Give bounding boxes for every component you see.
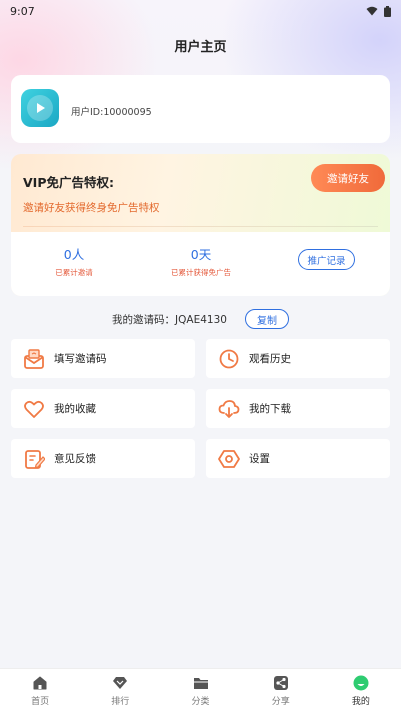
nav-ranking-label: 排行 <box>111 697 130 707</box>
menu-item-label: 填写邀请码 <box>54 353 107 365</box>
menu-item-downloads[interactable]: 我的下载 <box>206 389 390 428</box>
menu-item-favorites[interactable]: 我的收藏 <box>11 389 195 428</box>
vip-card: VIP免广告特权: 邀请好友获得终身免广告特权 邀请好友 0人 已累计邀请 0天… <box>11 154 390 296</box>
user-id: 用户ID:10000095 <box>71 107 152 118</box>
nav-ranking[interactable]: 排行 <box>80 669 160 713</box>
avatar[interactable] <box>21 89 59 127</box>
stat-invited-value: 0人 <box>63 247 85 262</box>
stat-adfree-days-label: 已累计获得免广告 <box>171 268 231 277</box>
stat-invited: 0人 已累计邀请 <box>14 244 134 278</box>
menu-item-watch-history[interactable]: 观看历史 <box>206 339 390 378</box>
menu-item-label: 我的收藏 <box>54 403 96 415</box>
menu-item-label: 我的下载 <box>249 403 291 415</box>
menu-item-label: 设置 <box>249 453 270 465</box>
vip-divider <box>23 226 378 227</box>
nav-share[interactable]: 分享 <box>241 669 321 713</box>
share-icon <box>273 676 288 690</box>
folder-icon <box>193 678 208 689</box>
edit-icon <box>23 448 45 470</box>
user-card[interactable]: 用户ID:10000095 <box>11 75 390 143</box>
menu-item-feedback[interactable]: 意见反馈 <box>11 439 195 478</box>
clock-icon <box>218 348 240 370</box>
menu-item-label: 意见反馈 <box>54 453 96 465</box>
bottom-navigation: 首页 排行 分类 分享 我的 <box>0 668 401 713</box>
invite-code-row: 我的邀请码：JQAE4130 复制 <box>0 308 401 330</box>
battery-icon <box>384 5 391 17</box>
status-bar: 9:07 <box>0 0 401 22</box>
heart-icon <box>23 398 45 420</box>
nav-category[interactable]: 分类 <box>160 669 240 713</box>
diamond-icon <box>113 677 128 689</box>
invite-code: 我的邀请码：JQAE4130 <box>112 313 227 326</box>
nav-home[interactable]: 首页 <box>0 669 80 713</box>
cloud-download-icon <box>218 398 240 420</box>
settings-icon <box>218 448 240 470</box>
invite-friends-button[interactable]: 邀请好友 <box>311 164 385 192</box>
nav-profile-label: 我的 <box>351 697 370 707</box>
menu-item-enter-invite-code[interactable]: 填写邀请码 <box>11 339 195 378</box>
promotion-record-button[interactable]: 推广记录 <box>298 249 355 270</box>
copy-button[interactable]: 复制 <box>244 309 289 329</box>
nav-share-label: 分享 <box>271 697 290 707</box>
status-icons <box>366 5 391 17</box>
menu-item-label: 观看历史 <box>249 353 291 365</box>
page-title: 用户主页 <box>174 40 227 55</box>
home-icon <box>33 676 47 690</box>
status-time: 9:07 <box>10 4 35 18</box>
wifi-icon <box>366 6 378 16</box>
menu-item-settings[interactable]: 设置 <box>206 439 390 478</box>
stat-adfree-days: 0天 已累计获得免广告 <box>141 244 261 278</box>
stat-invited-label: 已累计邀请 <box>55 268 93 277</box>
vip-subtitle: 邀请好友获得终身免广告特权 <box>23 202 160 214</box>
vip-title: VIP免广告特权: <box>23 175 114 190</box>
profile-icon <box>353 675 369 691</box>
nav-category-label: 分类 <box>191 697 210 707</box>
nav-home-label: 首页 <box>31 697 50 707</box>
play-icon <box>27 95 53 121</box>
mail-icon <box>23 348 45 370</box>
stat-adfree-days-value: 0天 <box>190 247 212 262</box>
nav-profile[interactable]: 我的 <box>321 669 401 713</box>
